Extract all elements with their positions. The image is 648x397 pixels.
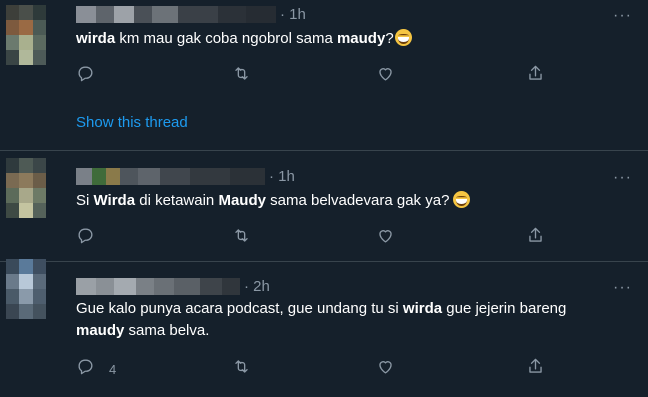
share-icon: [526, 226, 545, 250]
share-icon: [526, 357, 545, 381]
reply-button[interactable]: [76, 64, 95, 88]
text-segment: km mau gak coba ngobrol sama: [115, 30, 337, 47]
text-segment: Si: [76, 192, 94, 209]
retweet-icon: [232, 64, 251, 88]
like-button[interactable]: [376, 357, 395, 381]
avatar[interactable]: [6, 259, 46, 319]
show-thread-link[interactable]: Show this thread: [76, 114, 188, 131]
like-button[interactable]: [376, 226, 395, 250]
retweet-icon: [232, 357, 251, 381]
retweet-button[interactable]: [232, 357, 251, 381]
tweet-actions: 4: [76, 357, 556, 377]
retweet-button[interactable]: [232, 64, 251, 88]
author-name-blurred[interactable]: [76, 167, 265, 185]
reply-icon: [76, 357, 95, 381]
highlighted-word: maudy: [336, 30, 386, 47]
tweet-header: · 2h: [76, 277, 270, 295]
share-icon: [526, 64, 545, 88]
highlighted-word: Wirda: [93, 192, 136, 209]
author-name-blurred[interactable]: [76, 277, 240, 295]
tweet-time[interactable]: · 2h: [244, 278, 270, 295]
share-button[interactable]: [526, 64, 545, 88]
text-segment: ?: [385, 30, 394, 47]
highlighted-word: Maudy: [218, 192, 266, 209]
more-options-icon[interactable]: ···: [613, 8, 632, 24]
share-button[interactable]: [526, 226, 545, 250]
more-options-icon[interactable]: ···: [613, 170, 632, 186]
like-button[interactable]: [376, 64, 395, 88]
text-segment: sama belvadevara gak ya?: [265, 192, 450, 209]
retweet-icon: [232, 226, 251, 250]
tweet-text: Gue kalo punya acara podcast, gue undang…: [76, 298, 608, 342]
grinning-face-emoji-icon: [453, 191, 471, 208]
highlighted-word: wirda: [76, 30, 116, 47]
tweet-text: Si Wirda di ketawain Maudy sama belvadev…: [76, 190, 608, 212]
highlighted-word: maudy: [76, 322, 125, 339]
reply-icon: [76, 64, 95, 88]
grinning-face-emoji-icon: [394, 29, 412, 46]
tweet-divider: [0, 150, 648, 151]
reply-count: 4: [109, 361, 117, 377]
reply-icon: [76, 226, 95, 250]
tweet-actions: [76, 64, 556, 84]
text-segment: sama belva.: [124, 322, 210, 339]
tweet-header: · 1h: [76, 167, 295, 185]
highlighted-word: wirda: [402, 300, 443, 317]
more-options-icon[interactable]: ···: [613, 280, 632, 296]
reply-button[interactable]: [76, 226, 95, 250]
tweet-divider: [0, 261, 648, 262]
avatar[interactable]: [6, 158, 46, 218]
like-icon: [376, 357, 395, 381]
like-icon: [376, 64, 395, 88]
tweet-text: wirda km mau gak coba ngobrol sama maudy…: [76, 28, 608, 50]
like-icon: [376, 226, 395, 250]
retweet-button[interactable]: [232, 226, 251, 250]
tweet-feed: · 1h ··· wirda km mau gak coba ngobrol sam…: [0, 0, 648, 397]
avatar[interactable]: [6, 5, 46, 65]
text-segment: di ketawain: [135, 192, 219, 209]
text-segment: gue jejerin bareng: [442, 300, 567, 317]
tweet-time[interactable]: · 1h: [280, 6, 306, 23]
text-segment: Gue kalo punya acara podcast, gue undang…: [76, 300, 403, 317]
reply-button[interactable]: 4: [76, 357, 116, 381]
tweet-actions: [76, 226, 556, 246]
tweet-header: · 1h: [76, 5, 306, 23]
share-button[interactable]: [526, 357, 545, 381]
tweet-time[interactable]: · 1h: [269, 168, 295, 185]
author-name-blurred[interactable]: [76, 5, 276, 23]
